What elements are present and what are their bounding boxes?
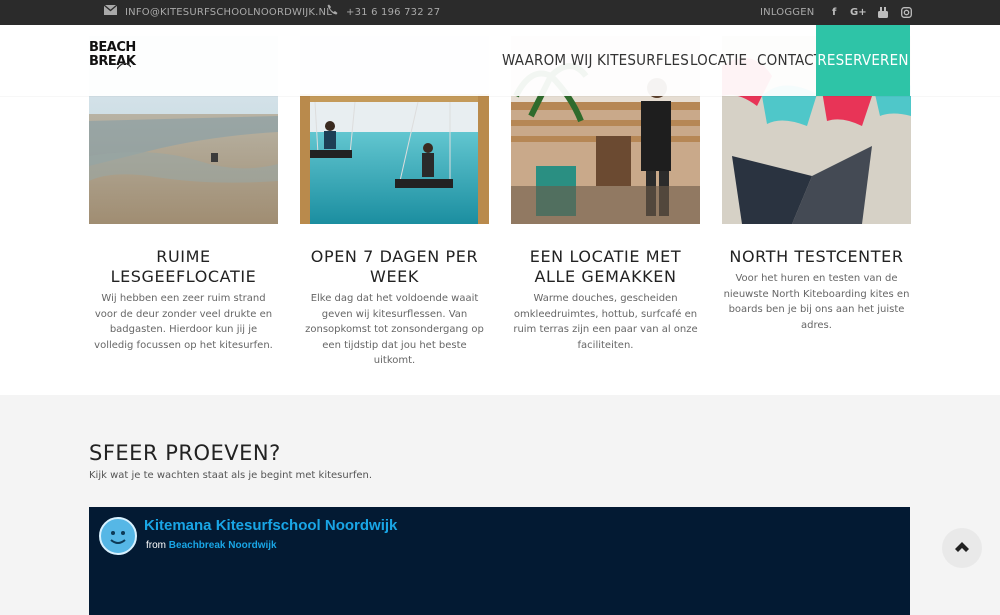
nav-kitesurfles[interactable]: KITESURFLES	[597, 25, 689, 96]
site-header: BEACH BREAK WAAROM WIJ KITESURFLES LOCAT…	[0, 25, 1000, 96]
video-from-label: from	[146, 540, 166, 551]
feature-title: EEN LOCATIE MET ALLE GEMAKKEN	[529, 247, 682, 286]
feature-text: Warme douches, gescheiden omkleedruimtes…	[513, 293, 698, 351]
top-bar: INFO@KITESURFSCHOOLNOORDWIJK.NL +31 6 19…	[0, 0, 1000, 25]
section-title: SFEER PROEVEN?	[89, 441, 281, 465]
sfeer-section: SFEER PROEVEN? Kijk wat je te wachten st…	[0, 395, 1000, 615]
youtube-icon[interactable]	[878, 7, 888, 21]
email-text: INFO@KITESURFSCHOOLNOORDWIJK.NL	[125, 7, 332, 18]
feature-text: Elke dag dat het voldoende waait geven w…	[305, 293, 484, 366]
envelope-icon	[103, 0, 118, 25]
feature-text: Voor het huren en testen van de nieuwste…	[723, 273, 910, 331]
section-subtitle: Kijk wat je te wachten staat als je begi…	[89, 470, 373, 481]
video-title[interactable]: Kitemana Kitesurfschool Noordwijk	[144, 517, 397, 534]
logo-line-1: BEACH	[89, 40, 136, 55]
video-channel-link[interactable]: Beachbreak Noordwijk	[169, 540, 277, 551]
nav-contact[interactable]: CONTACT	[757, 25, 822, 96]
nav-waarom-wij[interactable]: WAAROM WIJ	[502, 25, 593, 96]
arrow-up-icon	[955, 542, 969, 552]
feature-text: Wij hebben een zeer ruim strand voor de …	[94, 293, 273, 351]
nav-reserveren-button[interactable]: RESERVEREN	[816, 25, 910, 96]
email-link[interactable]: INFO@KITESURFSCHOOLNOORDWIJK.NL	[103, 0, 332, 25]
beachbreak-logo[interactable]: BEACH BREAK	[89, 40, 136, 83]
instagram-icon[interactable]	[901, 7, 912, 21]
nav-locatie[interactable]: LOCATIE	[690, 25, 747, 96]
phone-icon	[327, 0, 338, 25]
video-embed[interactable]: Kitemana Kitesurfschool Noordwijk from B…	[89, 507, 910, 615]
feature-title: RUIME LESGEEFLOCATIE	[110, 247, 257, 286]
phone-text: +31 6 196 732 27	[346, 7, 441, 18]
feature-title: OPEN 7 DAGEN PER WEEK	[310, 247, 479, 286]
scroll-to-top-button[interactable]	[942, 528, 982, 568]
google-plus-icon[interactable]: G+	[850, 0, 867, 25]
video-byline: from Beachbreak Noordwijk	[146, 540, 277, 551]
channel-avatar-icon[interactable]	[99, 517, 137, 555]
login-link[interactable]: INLOGGEN	[760, 0, 814, 25]
facebook-icon[interactable]: f	[832, 0, 836, 25]
kite-icon	[117, 62, 131, 70]
feature-title: NORTH TESTCENTER	[729, 247, 904, 266]
phone-link[interactable]: +31 6 196 732 27	[327, 0, 440, 25]
